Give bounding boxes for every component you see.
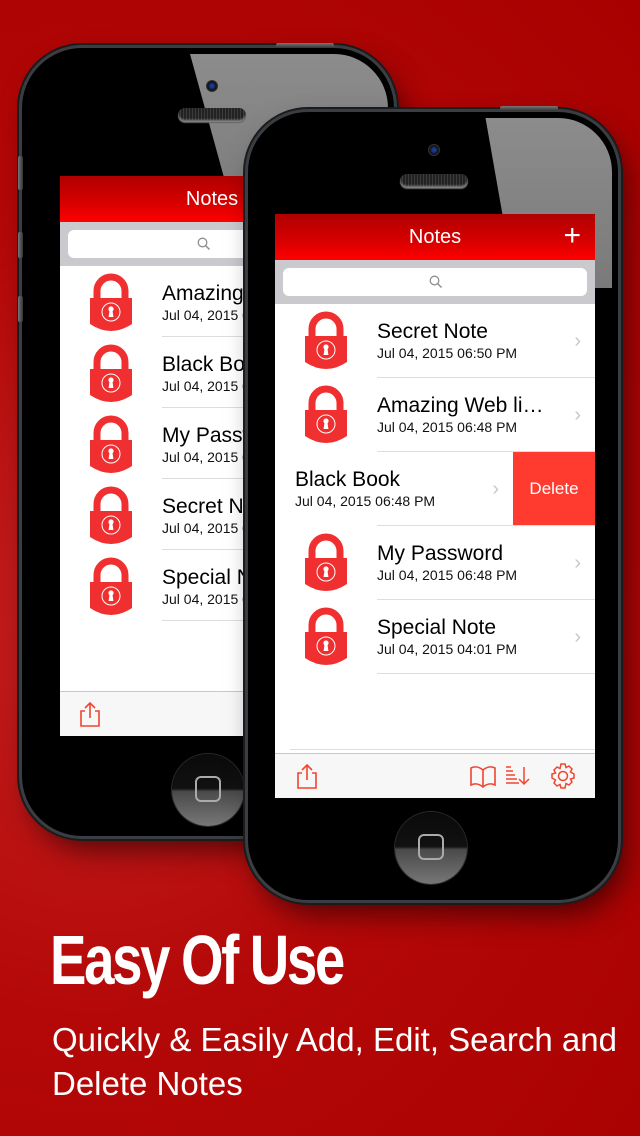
marketing-subtitle: Quickly & Easily Add, Edit, Search and D… [52, 1021, 617, 1102]
note-text: Amazing Web links Jul 04, 2015 06:48 PM [162, 282, 290, 324]
note-text: Secret Note Jul 04, 2015 04:01 PM [162, 495, 290, 537]
note-text: Special Note Jul 04, 2015 04:01 PM [377, 616, 565, 658]
note-text: My Password Jul 04, 2015 06:48 PM [377, 542, 565, 584]
gear-icon[interactable] [549, 762, 577, 790]
notes-list: Secret Note Jul 04, 2015 06:50 PM › Amazing… [275, 304, 595, 674]
lock-icon [88, 485, 134, 547]
toolbar [275, 753, 595, 798]
note-date: Jul 04, 2015 04:01 PM [377, 641, 518, 657]
note-date: Jul 04, 2015 04:01 PM [162, 520, 290, 536]
lock-icon [88, 414, 134, 476]
camera-icon [428, 144, 440, 156]
lock-icon [303, 532, 349, 594]
book-icon[interactable] [469, 762, 497, 790]
home-button[interactable] [172, 754, 244, 826]
note-text: Black Book Jul 04, 2015 06:48 PM [162, 353, 290, 395]
lock-icon [88, 556, 134, 618]
note-title: My Password [162, 424, 260, 447]
note-title: Secret Note [162, 495, 260, 518]
volume-button [18, 296, 23, 322]
speaker-grille [178, 108, 246, 122]
note-row[interactable]: My Password Jul 04, 2015 06:48 PM › [275, 526, 595, 600]
search-bar [275, 260, 595, 304]
note-date: Jul 04, 2015 06:50 PM [377, 345, 518, 361]
note-row[interactable]: Secret Note Jul 04, 2015 06:50 PM › [275, 304, 595, 378]
note-row[interactable]: Amazing Web li… Jul 04, 2015 06:48 PM › [275, 378, 595, 452]
nav-title: Notes [408, 226, 462, 248]
chevron-right-icon: › [492, 478, 499, 500]
note-title: Special Note [162, 566, 260, 589]
note-date: Jul 04, 2015 04:01 PM [162, 591, 290, 607]
power-button [276, 43, 334, 48]
chevron-right-icon: › [574, 626, 581, 648]
chevron-right-icon: › [574, 404, 581, 426]
volume-button [18, 232, 23, 258]
lock-icon [303, 606, 349, 668]
delete-button[interactable]: Delete [513, 452, 595, 525]
share-icon[interactable] [76, 700, 104, 728]
note-title: Amazing Web links [162, 282, 260, 305]
front-screen: Notes + Secret Note Jul 04, 2015 06:50 PM… [275, 214, 595, 798]
search-input[interactable] [283, 268, 587, 296]
lock-icon [303, 384, 349, 446]
front-phone: Notes + Secret Note Jul 04, 2015 06:50 PM… [248, 112, 618, 900]
note-text: My Password Jul 04, 2015 06:48 PM [162, 424, 290, 466]
note-title: Amazing Web li… [377, 394, 544, 417]
marketing-headline: Easy Of Use [50, 921, 345, 999]
note-title: My Password [377, 542, 504, 565]
note-text: Secret Note Jul 04, 2015 06:50 PM [377, 320, 565, 362]
note-title: Black Book [162, 353, 260, 376]
chevron-right-icon: › [574, 330, 581, 352]
note-date: Jul 04, 2015 06:48 PM [377, 419, 518, 435]
note-date: Jul 04, 2015 06:48 PM [377, 567, 518, 583]
lock-icon [88, 272, 134, 334]
row-separator [377, 673, 595, 674]
volume-button [18, 156, 23, 190]
search-icon [197, 237, 211, 251]
home-button[interactable] [395, 812, 467, 884]
lock-icon [88, 343, 134, 405]
note-date: Jul 04, 2015 06:48 PM [162, 307, 290, 323]
note-row[interactable]: Black Book Jul 04, 2015 06:48 PM › Delete [275, 452, 595, 526]
camera-icon [206, 80, 218, 92]
chevron-right-icon: › [574, 552, 581, 574]
note-text: Special Note Jul 04, 2015 04:01 PM [162, 566, 290, 608]
note-title: Special Note [377, 616, 497, 639]
lock-icon [303, 310, 349, 372]
share-icon[interactable] [293, 762, 321, 790]
speaker-grille [400, 174, 468, 188]
note-date: Jul 04, 2015 06:48 PM [162, 378, 290, 394]
note-title: Secret Note [377, 320, 488, 343]
navbar: Notes + [275, 214, 595, 260]
note-date: Jul 04, 2015 06:48 PM [162, 449, 290, 465]
power-button [500, 106, 558, 111]
divider [290, 749, 595, 750]
add-note-button[interactable]: + [563, 218, 581, 254]
search-icon [429, 275, 443, 289]
note-row[interactable]: Special Note Jul 04, 2015 04:01 PM › [275, 600, 595, 674]
sort-icon[interactable] [503, 762, 531, 790]
note-text: Amazing Web li… Jul 04, 2015 06:48 PM [377, 394, 565, 436]
